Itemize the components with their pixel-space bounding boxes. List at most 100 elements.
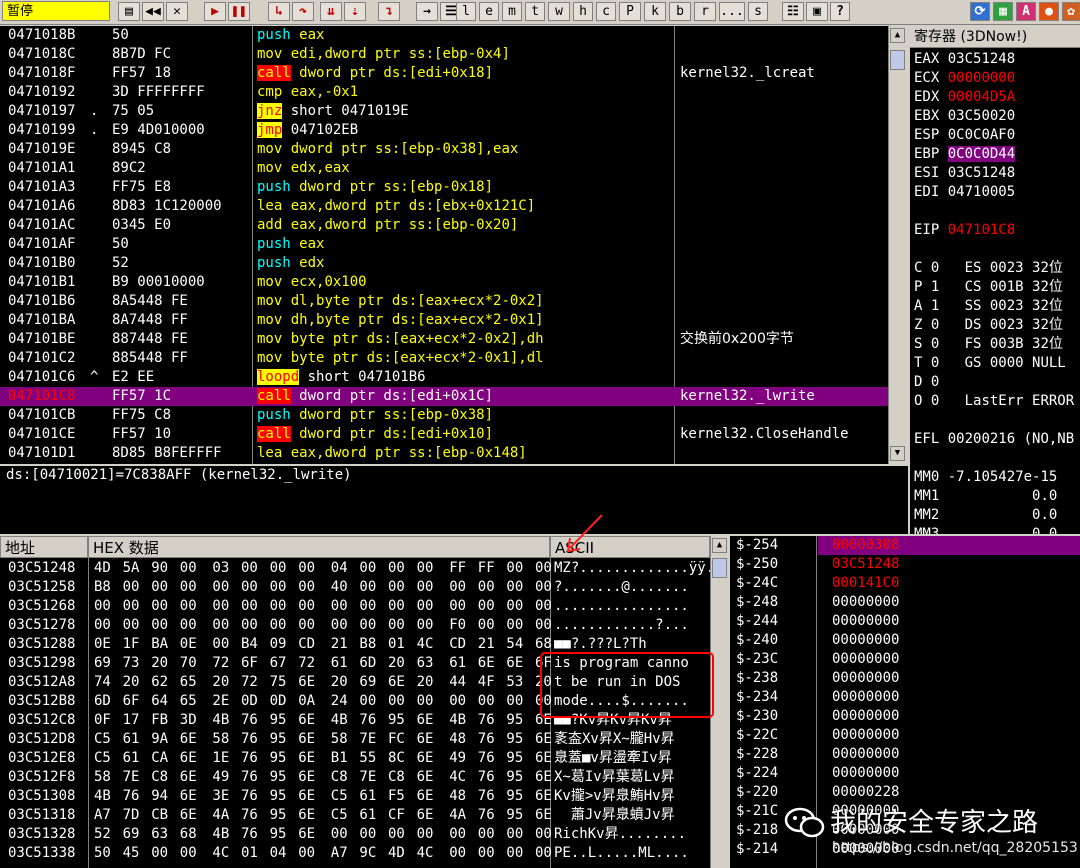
register-row[interactable]: ECX 00000000 bbox=[914, 69, 1015, 88]
disasm-row[interactable]: 0471018C 8B7D FC mov edi,dword ptr ss:[ebp… bbox=[0, 45, 888, 64]
register-row[interactable]: C 0 ES 0023 32位 bbox=[914, 259, 1063, 278]
disasm-row[interactable]: 047101B6 8A5448 FE mov dl,byte ptr ds:[eax… bbox=[0, 292, 888, 311]
goto-icon[interactable]: → bbox=[416, 2, 438, 21]
register-row[interactable]: O 0 LastErr ERROR bbox=[914, 392, 1074, 411]
help-icon[interactable]: ? bbox=[830, 2, 850, 21]
options-list-icon[interactable]: ☷ bbox=[782, 2, 804, 21]
disasm-row[interactable]: 047101A1 89C2 mov edx,eax bbox=[0, 159, 888, 178]
window-source-button[interactable]: s bbox=[748, 2, 768, 21]
register-row[interactable]: EIP 047101C8 bbox=[914, 221, 1015, 240]
disasm-row[interactable]: 047101A3 FF75 E8 push dword ptr ss:[ebp-0x… bbox=[0, 178, 888, 197]
stack-row[interactable]: $-234 00000000 bbox=[730, 688, 1080, 707]
step-over-icon[interactable]: ↷ bbox=[292, 2, 314, 21]
register-row[interactable]: EDX 00004D5A bbox=[914, 88, 1015, 107]
dump-row[interactable]: 03C51328 52 69 63 68 4B 76 95 6E 00 00 00 00 00 00 00 00… bbox=[0, 825, 710, 844]
step-into-icon[interactable]: ↳ bbox=[268, 2, 290, 21]
scroll-thumb[interactable] bbox=[712, 558, 727, 578]
window-cpu-button[interactable]: c bbox=[596, 2, 616, 21]
register-row[interactable]: MM2 0.0 bbox=[914, 506, 1057, 525]
stack-row[interactable]: $-228 00000000 bbox=[730, 745, 1080, 764]
disasm-row[interactable]: 047101B1 B9 00010000 mov ecx,0x100 bbox=[0, 273, 888, 292]
disasm-row[interactable]: 047101BE 887448 FE mov byte ptr ds:[eax+ec… bbox=[0, 330, 888, 349]
disassembly-scrollbar[interactable]: ▲ ▼ bbox=[888, 26, 909, 464]
pause-icon[interactable]: ❚❚ bbox=[228, 2, 250, 21]
window-threads-button[interactable]: t bbox=[525, 2, 545, 21]
stack-row[interactable]: $-254 00000308 bbox=[730, 536, 1080, 555]
dump-header-address[interactable]: 地址 bbox=[0, 536, 88, 558]
stack-row[interactable]: $-250 03C51248 bbox=[730, 555, 1080, 574]
close-icon[interactable]: ✕ bbox=[166, 2, 188, 21]
dump-row[interactable]: 03C51258 B8 00 00 00 00 00 00 00 40 00 00 00 00 00 00 00… bbox=[0, 578, 710, 597]
dump-row[interactable]: 03C51278 00 00 00 00 00 00 00 00 00 00 00 00 F0 00 00 00… bbox=[0, 616, 710, 635]
stack-row[interactable]: $-238 00000000 bbox=[730, 669, 1080, 688]
disasm-row[interactable]: 047101C8 FF57 1C call dword ptr ds:[edi+0x… bbox=[0, 387, 888, 406]
window-breakpoints-button[interactable]: b bbox=[669, 2, 691, 21]
dump-row[interactable]: 03C51308 4B 76 94 6E 3E 76 95 6E C5 61 F5 6E 48 76 95 6E… bbox=[0, 787, 710, 806]
disasm-row[interactable]: 047101B0 52 push edx bbox=[0, 254, 888, 273]
stack-row[interactable]: $-22C 00000000 bbox=[730, 726, 1080, 745]
plugin-a-icon[interactable]: A bbox=[1016, 2, 1036, 21]
dump-row[interactable]: 03C51248 4D 5A 90 00 03 00 00 00 04 00 00 00 FF FF 00 00… bbox=[0, 559, 723, 578]
stack-row[interactable]: $-224 00000000 bbox=[730, 764, 1080, 783]
stack-row[interactable]: $-240 00000000 bbox=[730, 631, 1080, 650]
register-row[interactable]: T 0 GS 0000 NULL bbox=[914, 354, 1066, 373]
register-row[interactable]: EBP 0C0C0D44 bbox=[914, 145, 1016, 164]
execute-till-return-icon[interactable]: ↴ bbox=[378, 2, 400, 21]
window-patches-button[interactable]: P bbox=[619, 2, 641, 21]
stack-row[interactable]: $-23C 00000000 bbox=[730, 650, 1080, 669]
dump-row[interactable]: 03C512D8 C5 61 9A 6E 58 76 95 6E 58 7E FC 6E 48 76 95 6E… bbox=[0, 730, 710, 749]
dump-row[interactable]: 03C51338 50 45 00 00 4C 01 04 00 A7 9C 4D 4C 00 00 00 00… bbox=[0, 844, 710, 863]
disasm-row[interactable]: 04710199. E9 4D010000 jmp 047102EB bbox=[0, 121, 888, 140]
dump-row[interactable]: 03C512F8 58 7E C8 6E 49 76 95 6E C8 7E C8 6E 4C 76 95 6E… bbox=[0, 768, 710, 787]
rewind-icon[interactable]: ◀◀ bbox=[142, 2, 164, 21]
disasm-row[interactable]: 047101AF 50 push eax bbox=[0, 235, 888, 254]
register-row[interactable]: MM0 -7.105427e-15 bbox=[914, 468, 1057, 487]
window-references-button[interactable]: r bbox=[694, 2, 716, 21]
window-memory-button[interactable]: m bbox=[502, 2, 522, 21]
register-row[interactable]: A 1 SS 0023 32位 bbox=[914, 297, 1063, 316]
register-row[interactable]: ESI 03C51248 bbox=[914, 164, 1015, 183]
window-handles-button[interactable]: h bbox=[573, 2, 593, 21]
dump-header-hex[interactable]: HEX 数据 bbox=[88, 536, 550, 558]
window-executables-button[interactable]: e bbox=[479, 2, 499, 21]
plugin-orange-icon[interactable]: ● bbox=[1039, 2, 1059, 21]
plugin-green-icon[interactable]: ▦ bbox=[993, 2, 1013, 21]
disasm-row[interactable]: 04710197. 75 05 jnz short 0471019E bbox=[0, 102, 888, 121]
plugin-gear-icon[interactable]: ✿ bbox=[1062, 2, 1080, 21]
scroll-up-icon[interactable]: ▲ bbox=[712, 538, 727, 553]
disasm-row[interactable]: 047101BA 8A7448 FF mov dh,byte ptr ds:[eax… bbox=[0, 311, 888, 330]
window-callstack-button[interactable]: k bbox=[644, 2, 666, 21]
open-icon[interactable]: ▤ bbox=[118, 2, 140, 21]
disasm-row[interactable]: 047101D1 8D85 B8FEFFFF lea eax,dword ptr s… bbox=[0, 444, 888, 463]
window-runtrace-button[interactable]: ... bbox=[719, 2, 745, 21]
disasm-row[interactable]: 047101C6 ^ E2 EE loopd short 047101B6 bbox=[0, 368, 888, 387]
stack-row[interactable]: $-230 00000000 bbox=[730, 707, 1080, 726]
disasm-row[interactable]: 047101CE FF57 10 call dword ptr ds:[edi+0x… bbox=[0, 425, 888, 444]
disasm-row[interactable]: 047101A6 8D83 1C120000 lea eax,dword ptr d… bbox=[0, 197, 888, 216]
trace-into-icon[interactable]: ⇊ bbox=[320, 2, 342, 21]
register-row[interactable]: MM3 0.0 bbox=[914, 525, 1057, 534]
run-icon[interactable]: ▶ bbox=[204, 2, 226, 21]
register-row[interactable]: P 1 CS 001B 32位 bbox=[914, 278, 1063, 297]
trace-over-icon[interactable]: ⇣ bbox=[344, 2, 366, 21]
register-row[interactable]: MM1 0.0 bbox=[914, 487, 1057, 506]
disasm-row[interactable]: 0471018F FF57 18 call dword ptr ds:[edi+0x… bbox=[0, 64, 888, 83]
scroll-down-icon[interactable]: ▼ bbox=[890, 446, 905, 461]
stack-row[interactable]: $-24C 000141C0 bbox=[730, 574, 1080, 593]
disasm-row[interactable]: 04710192 3D FFFFFFFF cmp eax,-0x1 bbox=[0, 83, 888, 102]
disasm-row[interactable]: 0471018B 50 push eax bbox=[0, 26, 888, 45]
disasm-row[interactable]: 047101C2 885448 FF mov byte ptr ds:[eax+ec… bbox=[0, 349, 888, 368]
register-row[interactable]: EAX 03C51248 bbox=[914, 50, 1015, 69]
register-row[interactable]: ESP 0C0C0AF0 bbox=[914, 126, 1015, 145]
scroll-thumb[interactable] bbox=[890, 50, 905, 70]
stack-row[interactable]: $-244 00000000 bbox=[730, 612, 1080, 631]
window-log-button[interactable]: l bbox=[456, 2, 476, 21]
register-row[interactable]: S 0 FS 003B 32位 bbox=[914, 335, 1063, 354]
scroll-up-icon[interactable]: ▲ bbox=[890, 28, 905, 43]
dump-row[interactable]: 03C512E8 C5 61 CA 6E 1E 76 95 6E B1 55 8C 6E 49 76 95 6E… bbox=[0, 749, 710, 768]
disasm-row[interactable]: 0471019E 8945 C8 mov dword ptr ss:[ebp-0x3… bbox=[0, 140, 888, 159]
stack-row[interactable]: $-248 00000000 bbox=[730, 593, 1080, 612]
register-row[interactable]: EFL 00200216 (NO,NB bbox=[914, 430, 1074, 449]
register-row[interactable]: D 0 bbox=[914, 373, 948, 392]
disassembly-pane[interactable]: 0471018B 50 push eax 0471018C 8B7D FC mov edi… bbox=[0, 26, 888, 464]
